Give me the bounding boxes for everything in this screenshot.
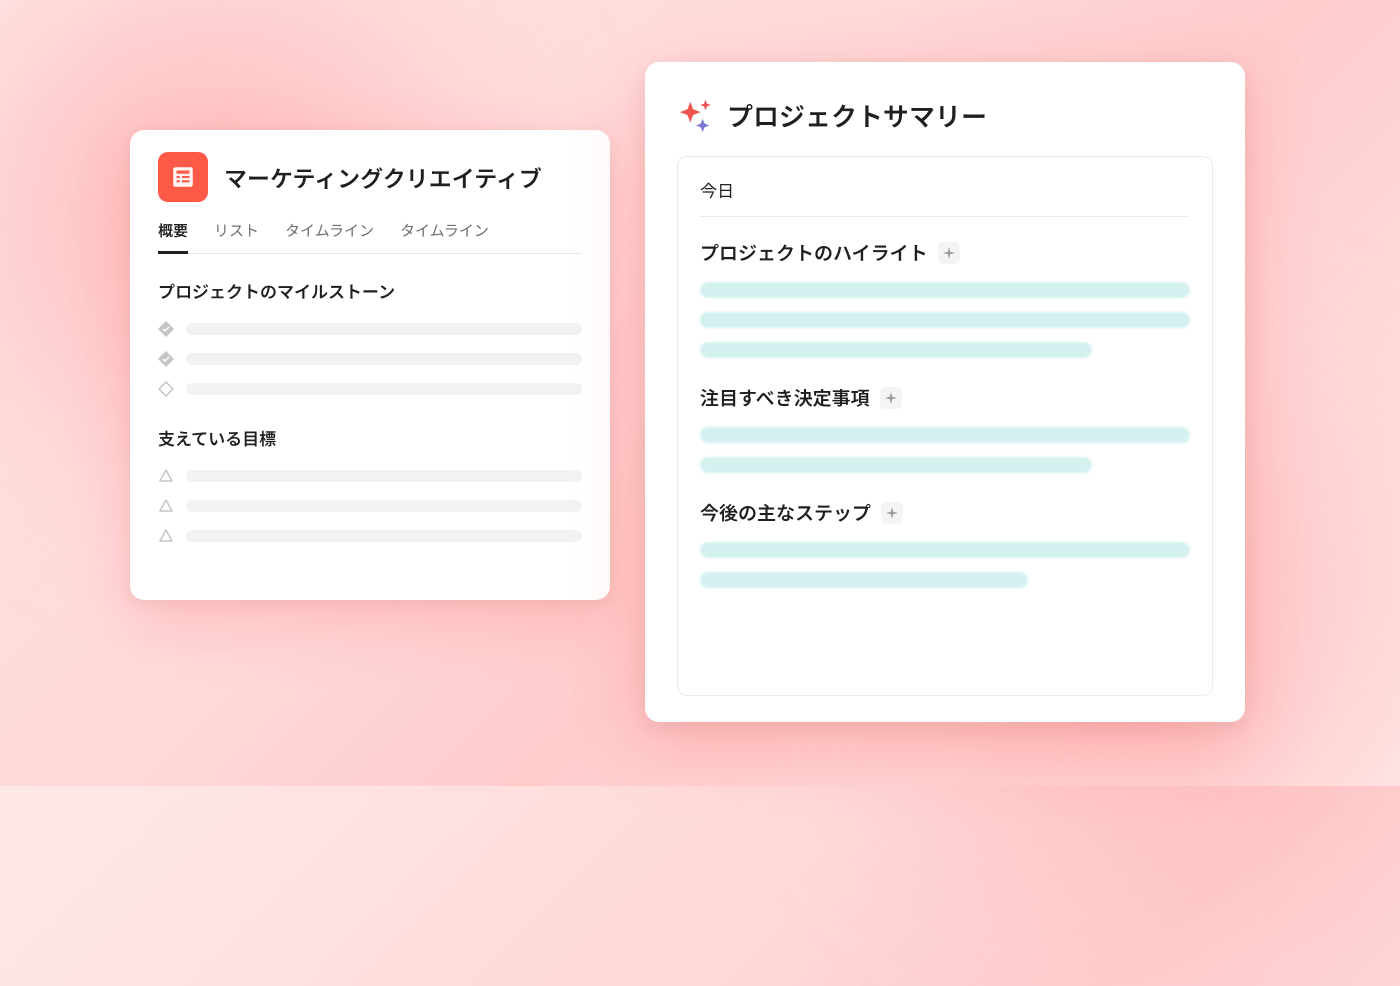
summary-header: プロジェクトサマリー (677, 96, 1213, 134)
tab-overview[interactable]: 概要 (158, 220, 188, 254)
decisions-heading: 注目すべき決定事項 (700, 384, 1190, 411)
placeholder-bar (186, 353, 582, 365)
triangle-icon (158, 528, 174, 544)
placeholder-bar (700, 427, 1190, 443)
milestone-item[interactable] (158, 321, 582, 337)
project-card: マーケティングクリエイティブ 概要 リスト タイムライン タイムライン プロジェ… (130, 130, 610, 600)
check-diamond-icon (158, 321, 174, 337)
placeholder-bar (700, 282, 1190, 298)
next-steps-heading-text: 今後の主なステップ (700, 499, 871, 526)
placeholder-bar (700, 342, 1092, 358)
project-icon (158, 152, 208, 202)
goal-item[interactable] (158, 468, 582, 484)
next-steps-section: 今後の主なステップ (700, 499, 1190, 588)
check-diamond-icon (158, 351, 174, 367)
triangle-icon (158, 468, 174, 484)
placeholder-bar (186, 323, 582, 335)
goal-item[interactable] (158, 528, 582, 544)
tabs: 概要 リスト タイムライン タイムライン (158, 220, 582, 254)
tab-timeline-2[interactable]: タイムライン (400, 220, 489, 253)
highlights-heading: プロジェクトのハイライト (700, 239, 1190, 266)
summary-card: プロジェクトサマリー 今日 プロジェクトのハイライト 注目すべき決定事項 (645, 62, 1245, 722)
ai-sparkle-icon (880, 387, 902, 409)
placeholder-bar (700, 457, 1092, 473)
placeholder-bar (186, 500, 582, 512)
placeholder-bar (700, 542, 1190, 558)
milestones-title: プロジェクトのマイルストーン (158, 278, 582, 303)
highlights-section: プロジェクトのハイライト (700, 239, 1190, 358)
highlights-heading-text: プロジェクトのハイライト (700, 239, 928, 266)
next-steps-heading: 今後の主なステップ (700, 499, 1190, 526)
project-title: マーケティングクリエイティブ (224, 160, 542, 194)
milestones-section: プロジェクトのマイルストーン (158, 278, 582, 397)
decisions-heading-text: 注目すべき決定事項 (700, 384, 870, 411)
date-label: 今日 (700, 177, 1190, 217)
goal-item[interactable] (158, 498, 582, 514)
placeholder-bar (700, 572, 1028, 588)
project-header: マーケティングクリエイティブ (158, 152, 582, 202)
tab-list[interactable]: リスト (214, 220, 259, 253)
decisions-section: 注目すべき決定事項 (700, 384, 1190, 473)
placeholder-bar (186, 383, 582, 395)
milestone-item[interactable] (158, 381, 582, 397)
open-diamond-icon (158, 381, 174, 397)
ai-sparkle-icon (881, 502, 903, 524)
summary-body: 今日 プロジェクトのハイライト 注目すべき決定事項 (677, 156, 1213, 696)
tab-timeline-1[interactable]: タイムライン (285, 220, 374, 253)
placeholder-bar (186, 530, 582, 542)
ai-sparkle-icon (938, 242, 960, 264)
sparkle-icon (677, 96, 715, 134)
goals-section: 支えている目標 (158, 425, 582, 544)
milestone-item[interactable] (158, 351, 582, 367)
triangle-icon (158, 498, 174, 514)
placeholder-bar (186, 470, 582, 482)
summary-title: プロジェクトサマリー (727, 97, 987, 134)
placeholder-bar (700, 312, 1190, 328)
goals-title: 支えている目標 (158, 425, 582, 450)
